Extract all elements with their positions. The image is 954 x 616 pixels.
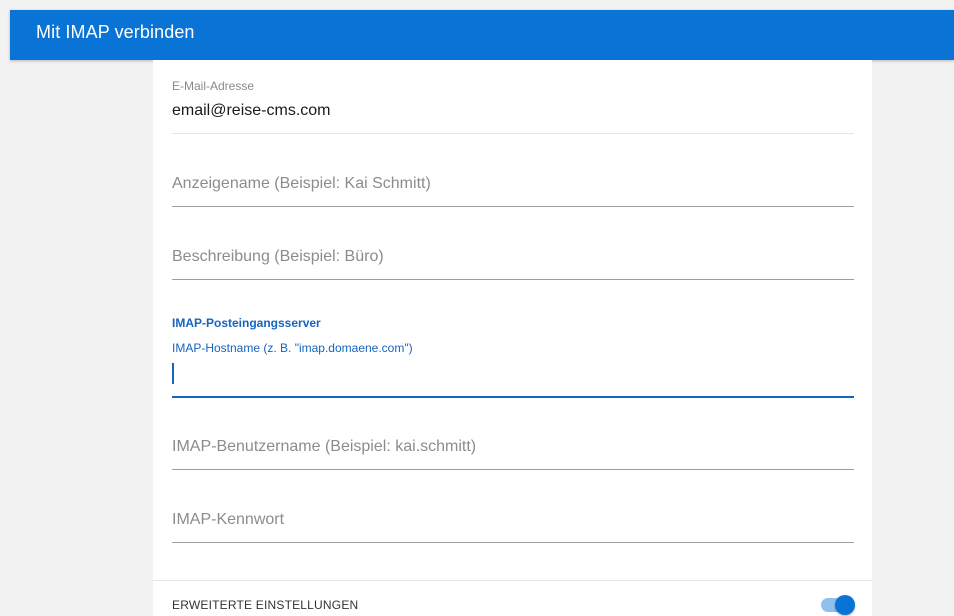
toggle-thumb[interactable] [835, 595, 855, 615]
description-input[interactable]: Beschreibung (Beispiel: Büro) [172, 241, 854, 281]
email-value: email@reise-cms.com [172, 102, 331, 119]
description-placeholder: Beschreibung (Beispiel: Büro) [172, 248, 384, 265]
imap-username-placeholder: IMAP-Benutzername (Beispiel: kai.schmitt… [172, 438, 477, 455]
display-name-underline [172, 206, 854, 207]
advanced-settings-toggle[interactable] [821, 595, 855, 615]
advanced-settings-label: ERWEITERTE EINSTELLUNGEN [172, 598, 359, 612]
page-title: Mit IMAP verbinden [36, 22, 195, 42]
imap-hostname-label: IMAP-Hostname (z. B. "imap.domaene.com") [172, 341, 413, 355]
imap-username-input[interactable]: IMAP-Benutzername (Beispiel: kai.schmitt… [172, 431, 854, 471]
display-name-placeholder: Anzeigename (Beispiel: Kai Schmitt) [172, 175, 431, 192]
imap-setup-page: Mit IMAP verbinden E-Mail-Adresse email@… [0, 0, 954, 616]
imap-hostname-underline [172, 396, 854, 398]
imap-password-underline [172, 542, 854, 543]
imap-username-underline [172, 469, 854, 470]
imap-password-placeholder: IMAP-Kennwort [172, 511, 285, 528]
section-divider [153, 580, 872, 581]
account-form-card: E-Mail-Adresse email@reise-cms.com Anzei… [153, 60, 872, 616]
app-header: Mit IMAP verbinden [10, 10, 954, 60]
email-field[interactable]: E-Mail-Adresse email@reise-cms.com [172, 76, 854, 134]
email-underline [172, 133, 854, 134]
imap-password-input[interactable]: IMAP-Kennwort [172, 504, 854, 544]
display-name-input[interactable]: Anzeigename (Beispiel: Kai Schmitt) [172, 168, 854, 208]
text-cursor [172, 363, 174, 384]
email-label: E-Mail-Adresse [172, 79, 255, 93]
imap-hostname-input[interactable]: IMAP-Hostname (z. B. "imap.domaene.com") [172, 340, 854, 400]
imap-section-title: IMAP-Posteingangsserver [172, 316, 321, 330]
description-underline [172, 279, 854, 280]
